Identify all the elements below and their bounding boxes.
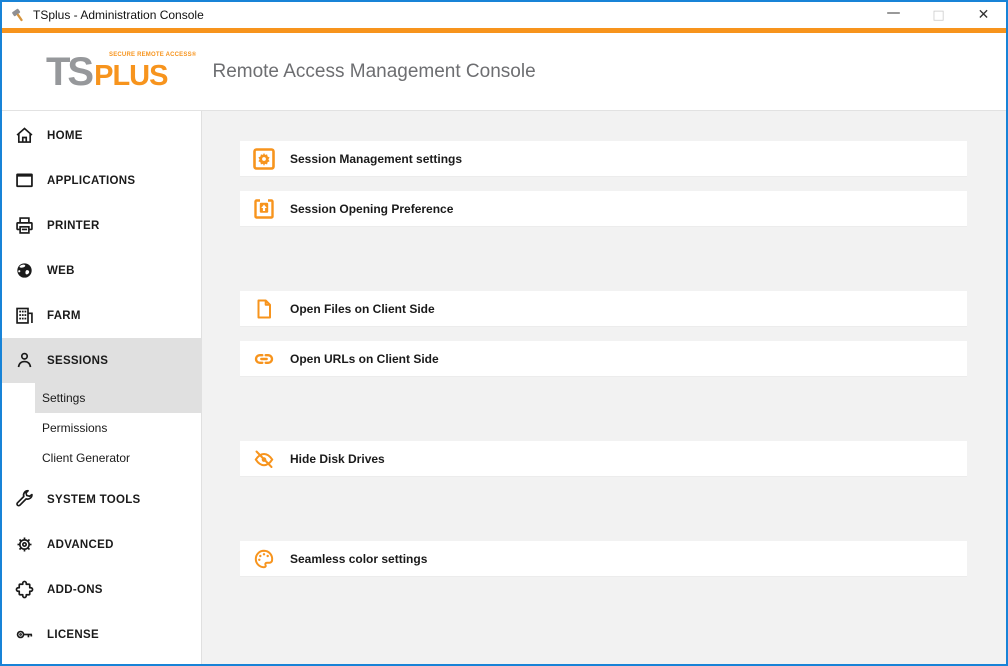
sidebar: HOME APPLICATIONS: [2, 111, 202, 664]
open-files-client-side-button[interactable]: Open Files on Client Side: [240, 291, 967, 327]
button-label: Session Management settings: [290, 152, 462, 166]
home-icon: [14, 125, 35, 146]
close-button[interactable]: ✕: [961, 2, 1006, 28]
sidebar-item-label: PRINTER: [47, 220, 100, 232]
sidebar-item-sessions[interactable]: SESSIONS: [2, 338, 201, 383]
wrench-icon: [14, 489, 35, 510]
button-label: Session Opening Preference: [290, 202, 453, 216]
link-icon: [252, 347, 276, 371]
sidebar-subitem-settings[interactable]: Settings: [35, 383, 201, 413]
sidebar-item-license[interactable]: LICENSE: [2, 612, 201, 657]
gear-icon: [14, 534, 35, 555]
sidebar-item-label: ADD-ONS: [47, 584, 103, 596]
sidebar-item-label: ADVANCED: [47, 539, 114, 551]
gear-square-icon: [252, 147, 276, 171]
titlebar: TSplus - Administration Console — □ ✕: [2, 2, 1006, 28]
session-opening-preference-button[interactable]: Session Opening Preference: [240, 191, 967, 227]
subitem-label: Permissions: [42, 421, 107, 435]
main-content: Session Management settings Session Open…: [202, 111, 1006, 664]
button-label: Open Files on Client Side: [290, 302, 435, 316]
seamless-color-settings-button[interactable]: Seamless color settings: [240, 541, 967, 577]
sidebar-item-addons[interactable]: ADD-ONS: [2, 567, 201, 612]
farm-icon: [14, 305, 35, 326]
palette-icon: [252, 547, 276, 571]
logo-plus-text: PLUS: [94, 60, 167, 93]
sidebar-item-printer[interactable]: PRINTER: [2, 203, 201, 248]
web-icon: [14, 260, 35, 281]
sidebar-subitem-permissions[interactable]: Permissions: [35, 413, 201, 443]
logo-ts-text: TS: [46, 49, 91, 95]
session-management-settings-button[interactable]: Session Management settings: [240, 141, 967, 177]
window-title: TSplus - Administration Console: [33, 8, 204, 22]
file-icon: [252, 297, 276, 321]
applications-icon: [14, 170, 35, 191]
hidden-eye-icon: [252, 447, 276, 471]
key-icon: [14, 624, 35, 645]
subitem-label: Settings: [42, 391, 85, 405]
page-title: Remote Access Management Console: [212, 61, 535, 83]
minimize-button[interactable]: —: [871, 2, 916, 28]
maximize-button[interactable]: □: [916, 2, 961, 28]
sidebar-item-home[interactable]: HOME: [2, 113, 201, 158]
sessions-icon: [14, 350, 35, 371]
tsplus-logo: TS PLUS SECURE REMOTE ACCESS®: [46, 49, 167, 95]
header: TS PLUS SECURE REMOTE ACCESS® Remote Acc…: [2, 33, 1006, 111]
subitem-label: Client Generator: [42, 451, 130, 465]
sidebar-item-label: WEB: [47, 265, 75, 277]
hide-disk-drives-button[interactable]: Hide Disk Drives: [240, 441, 967, 477]
sidebar-item-label: SESSIONS: [47, 355, 108, 367]
open-session-icon: [252, 197, 276, 221]
button-label: Open URLs on Client Side: [290, 352, 439, 366]
sidebar-item-system-tools[interactable]: SYSTEM TOOLS: [2, 477, 201, 522]
puzzle-icon: [14, 579, 35, 600]
sidebar-item-farm[interactable]: FARM: [2, 293, 201, 338]
sidebar-item-label: LICENSE: [47, 629, 99, 641]
app-icon: [9, 7, 26, 24]
sidebar-item-label: FARM: [47, 310, 81, 322]
sidebar-subitem-client-generator[interactable]: Client Generator: [35, 443, 201, 473]
app-window: TSplus - Administration Console — □ ✕ TS…: [0, 0, 1008, 666]
open-urls-client-side-button[interactable]: Open URLs on Client Side: [240, 341, 967, 377]
sidebar-item-label: HOME: [47, 130, 83, 142]
sidebar-item-label: SYSTEM TOOLS: [47, 494, 140, 506]
sidebar-item-applications[interactable]: APPLICATIONS: [2, 158, 201, 203]
logo-tagline: SECURE REMOTE ACCESS®: [109, 52, 196, 58]
button-label: Seamless color settings: [290, 552, 427, 566]
button-label: Hide Disk Drives: [290, 452, 385, 466]
sidebar-item-web[interactable]: WEB: [2, 248, 201, 293]
sidebar-item-advanced[interactable]: ADVANCED: [2, 522, 201, 567]
sidebar-item-label: APPLICATIONS: [47, 175, 135, 187]
printer-icon: [14, 215, 35, 236]
window-controls: — □ ✕: [871, 2, 1006, 28]
